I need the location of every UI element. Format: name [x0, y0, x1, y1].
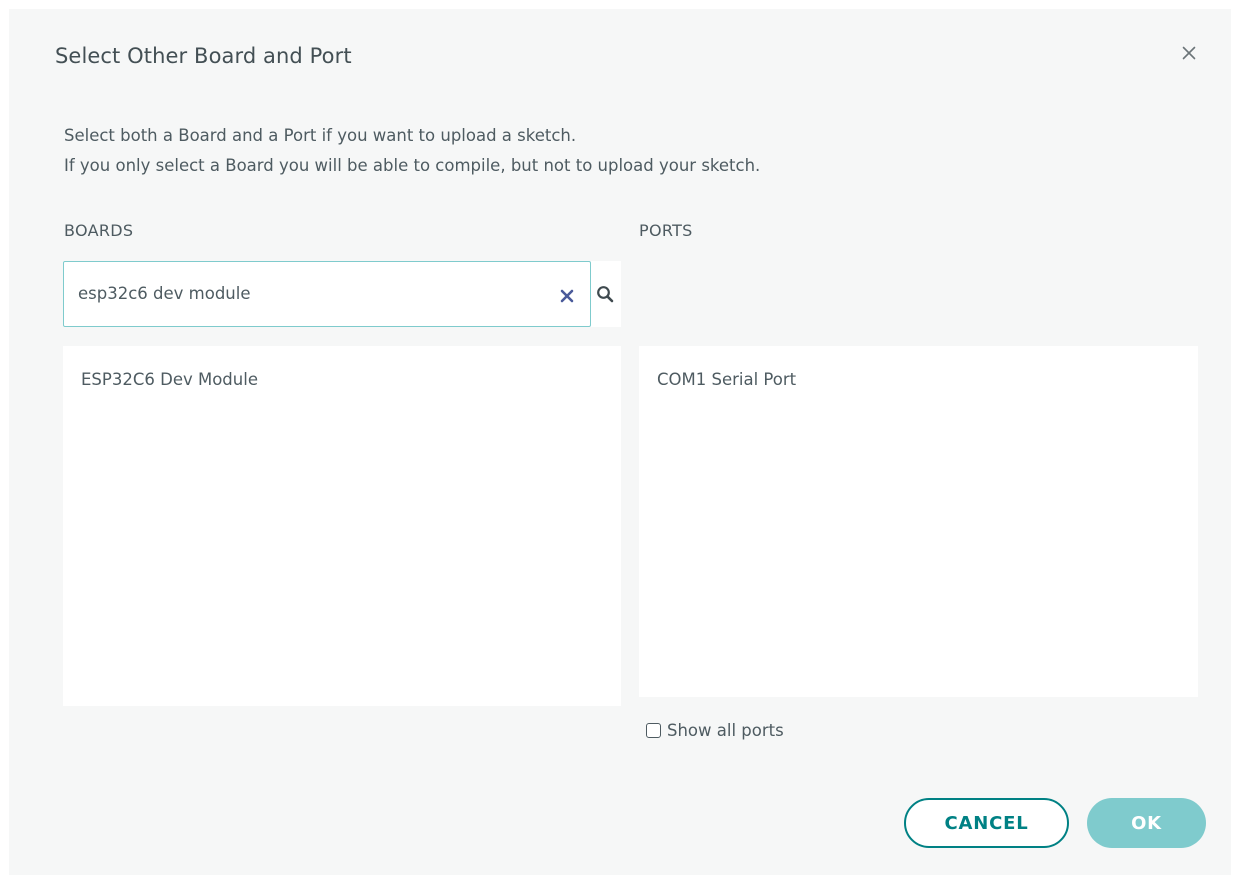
ports-label: PORTS [639, 221, 693, 240]
search-icon [596, 285, 615, 304]
cancel-button[interactable]: CANCEL [904, 798, 1069, 848]
port-list-item[interactable]: COM1 Serial Port [657, 370, 796, 389]
board-search [63, 261, 621, 327]
boards-list: ESP32C6 Dev Module [63, 346, 621, 706]
boards-label: BOARDS [64, 221, 134, 240]
description-line: If you only select a Board you will be a… [64, 156, 761, 175]
board-list-item[interactable]: ESP32C6 Dev Module [81, 370, 258, 389]
show-all-ports-label: Show all ports [667, 721, 784, 740]
description-line: Select both a Board and a Port if you wa… [64, 126, 577, 145]
dialog-title: Select Other Board and Port [55, 44, 352, 68]
board-search-field [63, 261, 591, 327]
ok-button[interactable]: OK [1087, 798, 1206, 848]
dialog-description: Select both a Board and a Port if you wa… [64, 121, 760, 181]
ports-list: COM1 Serial Port [639, 346, 1198, 697]
show-all-ports-toggle[interactable]: Show all ports [646, 721, 784, 740]
close-icon[interactable] [1177, 41, 1201, 65]
board-search-input[interactable] [64, 262, 544, 325]
show-all-ports-checkbox[interactable] [646, 723, 661, 738]
select-board-dialog: Select Other Board and Port Select both … [9, 9, 1231, 875]
clear-icon[interactable] [560, 288, 574, 303]
